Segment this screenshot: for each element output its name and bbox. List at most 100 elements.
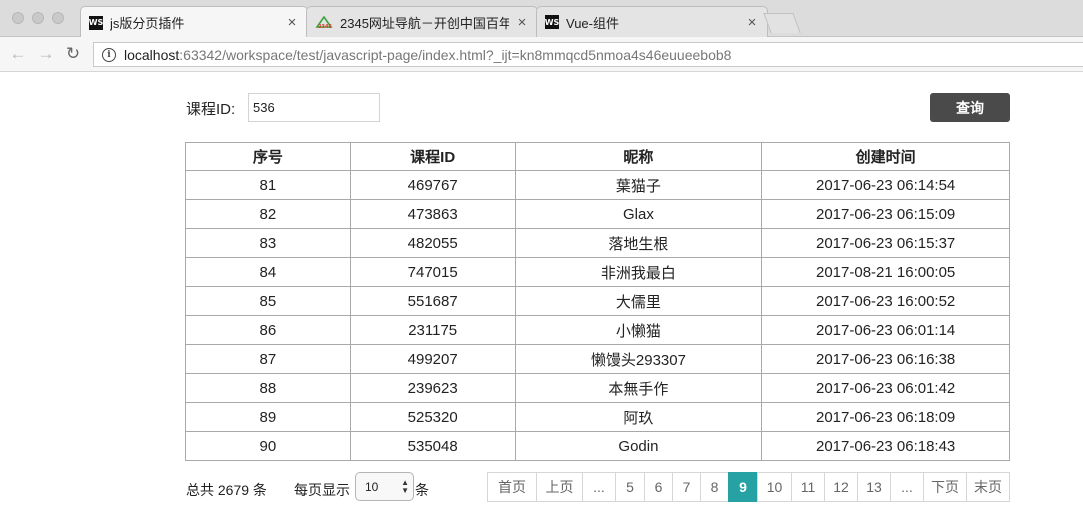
cell-created-time: 2017-06-23 06:18:43 bbox=[761, 431, 1010, 461]
cell-nickname: Glax bbox=[514, 199, 763, 229]
search-row: 课程ID: 查询 bbox=[186, 93, 1010, 123]
cell-index: 83 bbox=[185, 228, 351, 258]
query-button[interactable]: 查询 bbox=[930, 93, 1010, 122]
pager: 首页 上页... 5 6 7 8 9 10 11 12 13... 下页 末页 bbox=[487, 472, 1010, 502]
webstorm-icon: WS bbox=[545, 15, 559, 29]
table-row: 85 551687 大儒里 2017-06-23 16:00:52 bbox=[185, 286, 1010, 316]
cell-created-time: 2017-06-23 06:15:09 bbox=[761, 199, 1010, 229]
cell-created-time: 2017-06-23 16:00:52 bbox=[761, 286, 1010, 316]
svg-text:2345: 2345 bbox=[318, 24, 332, 29]
page-button[interactable]: 末页 bbox=[966, 472, 1010, 502]
table-body: 81 469767 葉猫子 2017-06-23 06:14:54 82 473863 Gl… bbox=[185, 170, 1010, 461]
table-row: 87 499207 懒馒头293307 2017-06-23 06:16:38 bbox=[185, 344, 1010, 374]
page-button[interactable]: 11 bbox=[791, 472, 825, 502]
header-nickname: 昵称 bbox=[514, 142, 763, 171]
cell-course-id: 231175 bbox=[349, 315, 516, 345]
browser-tab-bar: WS js版分页插件 × 2345 2345网址导航－开创中国百年品 × WS … bbox=[0, 0, 1083, 38]
per-page-label: 每页显示 bbox=[294, 482, 350, 498]
cell-nickname: Godin bbox=[514, 431, 763, 461]
cell-nickname: 葉猫子 bbox=[514, 170, 763, 200]
cell-created-time: 2017-08-21 16:00:05 bbox=[761, 257, 1010, 287]
page-button[interactable]: 13 bbox=[857, 472, 891, 502]
course-id-input[interactable] bbox=[248, 93, 380, 122]
reload-icon[interactable]: ↻ bbox=[63, 44, 83, 64]
close-window-button[interactable] bbox=[12, 12, 24, 24]
cell-nickname: 非洲我最白 bbox=[514, 257, 763, 287]
tab-title: js版分页插件 bbox=[110, 16, 185, 31]
select-arrows-icon: ▲ ▼ bbox=[401, 478, 409, 495]
cell-index: 88 bbox=[185, 373, 351, 403]
minimize-window-button[interactable] bbox=[32, 12, 44, 24]
tab-title: Vue-组件 bbox=[566, 15, 619, 31]
webstorm-icon: WS bbox=[89, 15, 103, 30]
close-tab-icon[interactable]: × bbox=[285, 14, 299, 31]
cell-created-time: 2017-06-23 06:01:42 bbox=[761, 373, 1010, 403]
table-row: 81 469767 葉猫子 2017-06-23 06:14:54 bbox=[185, 170, 1010, 200]
cell-created-time: 2017-06-23 06:18:09 bbox=[761, 402, 1010, 432]
url-host: localhost bbox=[124, 46, 180, 63]
cell-index: 81 bbox=[185, 170, 351, 200]
per-page-value: 10 bbox=[365, 479, 379, 494]
cell-created-time: 2017-06-23 06:15:37 bbox=[761, 228, 1010, 258]
table-row: 84 747015 非洲我最白 2017-08-21 16:00:05 bbox=[185, 257, 1010, 287]
cell-nickname: 懒馒头293307 bbox=[514, 344, 763, 374]
per-page-select[interactable]: 10 ▲ ▼ bbox=[355, 472, 414, 501]
data-table: 序号 课程ID 昵称 创建时间 81 469767 葉猫子 2017-06-23 06… bbox=[185, 142, 1010, 461]
page-button[interactable]: 7 bbox=[672, 472, 701, 502]
url-field[interactable]: i localhost:63342/workspace/test/javascr… bbox=[93, 42, 1083, 67]
table-row: 83 482055 落地生根 2017-06-23 06:15:37 bbox=[185, 228, 1010, 258]
close-tab-icon[interactable]: × bbox=[745, 14, 759, 31]
total-count: 总共 2679 条 bbox=[186, 482, 267, 498]
cell-course-id: 747015 bbox=[349, 257, 516, 287]
cell-index: 89 bbox=[185, 402, 351, 432]
table-row: 89 525320 阿玖 2017-06-23 06:18:09 bbox=[185, 402, 1010, 432]
page-button[interactable]: 10 bbox=[757, 472, 792, 502]
page-button[interactable]: 上页 bbox=[536, 472, 583, 502]
url-path: :63342/workspace/test/javascript-page/in… bbox=[179, 46, 732, 63]
cell-nickname: 大儒里 bbox=[514, 286, 763, 316]
cell-index: 84 bbox=[185, 257, 351, 287]
cell-course-id: 469767 bbox=[349, 170, 516, 200]
page-button[interactable]: ... bbox=[582, 472, 616, 502]
new-tab-button[interactable] bbox=[763, 13, 801, 33]
table-row: 82 473863 Glax 2017-06-23 06:15:09 bbox=[185, 199, 1010, 229]
cell-nickname: 小懒猫 bbox=[514, 315, 763, 345]
cell-created-time: 2017-06-23 06:16:38 bbox=[761, 344, 1010, 374]
table-row: 88 239623 本無手作 2017-06-23 06:01:42 bbox=[185, 373, 1010, 403]
tab-title: 2345网址导航－开创中国百年品 bbox=[340, 15, 509, 31]
table-row: 90 535048 Godin 2017-06-23 06:18:43 bbox=[185, 431, 1010, 461]
back-arrow-icon[interactable]: ← bbox=[8, 44, 28, 64]
per-page-unit: 条 bbox=[415, 482, 429, 498]
close-tab-icon[interactable]: × bbox=[515, 14, 529, 31]
page-button[interactable]: 5 bbox=[615, 472, 645, 502]
cell-index: 85 bbox=[185, 286, 351, 316]
cell-course-id: 239623 bbox=[349, 373, 516, 403]
page-button-current[interactable]: 9 bbox=[728, 472, 758, 502]
tab-vue-components[interactable]: WS Vue-组件 × bbox=[536, 6, 768, 37]
maximize-window-button[interactable] bbox=[52, 12, 64, 24]
cell-course-id: 499207 bbox=[349, 344, 516, 374]
page-button[interactable]: 8 bbox=[700, 472, 729, 502]
course-id-label: 课程ID: bbox=[186, 101, 236, 118]
cell-course-id: 551687 bbox=[349, 286, 516, 316]
cell-index: 86 bbox=[185, 315, 351, 345]
page-button[interactable]: 下页 bbox=[923, 472, 967, 502]
page-button[interactable]: 6 bbox=[644, 472, 673, 502]
page-button[interactable]: 首页 bbox=[487, 472, 537, 502]
tab-2345[interactable]: 2345 2345网址导航－开创中国百年品 × bbox=[306, 6, 538, 37]
cell-index: 87 bbox=[185, 344, 351, 374]
cell-course-id: 482055 bbox=[349, 228, 516, 258]
pagination-footer: 总共 2679 条 每页显示 10 ▲ ▼ 条 首页 上页... 5 6 7 8 9 10 11 1… bbox=[186, 472, 1010, 502]
address-bar-row: ← → ↻ i localhost:63342/workspace/test/j… bbox=[0, 37, 1083, 72]
page-button[interactable]: 12 bbox=[824, 472, 858, 502]
cell-nickname: 落地生根 bbox=[514, 228, 763, 258]
cell-created-time: 2017-06-23 06:14:54 bbox=[761, 170, 1010, 200]
info-icon[interactable]: i bbox=[102, 47, 116, 62]
cell-course-id: 525320 bbox=[349, 402, 516, 432]
cell-index: 90 bbox=[185, 431, 351, 461]
2345-logo-icon: 2345 bbox=[315, 15, 333, 29]
tab-js-pagination[interactable]: WS js版分页插件 × bbox=[80, 6, 308, 38]
header-index: 序号 bbox=[185, 142, 351, 171]
page-button[interactable]: ... bbox=[890, 472, 924, 502]
forward-arrow-icon[interactable]: → bbox=[36, 44, 56, 64]
